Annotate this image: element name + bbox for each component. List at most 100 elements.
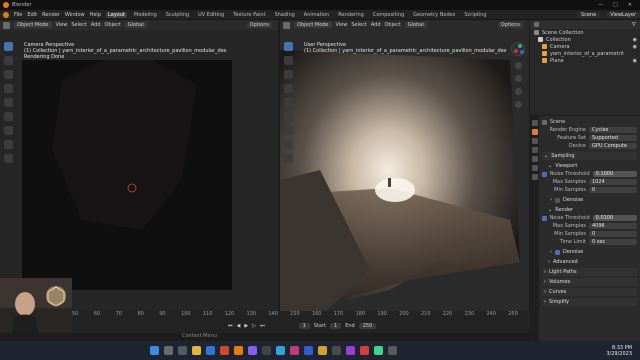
zoom-icon[interactable]	[514, 62, 522, 69]
jump-start-icon[interactable]: ⏮	[228, 323, 233, 329]
viewport-max-samples-field[interactable]: 1024	[589, 179, 637, 185]
app-icon[interactable]	[318, 346, 327, 355]
eye-icon[interactable]: ◉	[633, 58, 637, 64]
windows-start-icon[interactable]	[150, 346, 159, 355]
outliner-item-camera[interactable]: Camera ◉	[530, 43, 640, 50]
file-explorer-icon[interactable]	[192, 346, 201, 355]
menu-select[interactable]: Select	[351, 22, 366, 28]
time-limit-field[interactable]: 0 sec	[589, 239, 637, 245]
denoise-checkbox[interactable]	[555, 249, 560, 255]
mode-dropdown[interactable]: Object Mode	[294, 22, 332, 28]
tab-compositing[interactable]: Compositing	[371, 12, 406, 18]
scene-tab-icon[interactable]	[531, 156, 538, 162]
tab-uv-editing[interactable]: UV Editing	[196, 12, 226, 18]
viewport-subpanel-header[interactable]: ⌄ Viewport	[542, 162, 637, 170]
app-icon[interactable]	[262, 346, 271, 355]
tab-rendering[interactable]: Rendering	[336, 12, 366, 18]
camera-view-icon[interactable]	[514, 88, 522, 95]
move-tool-icon[interactable]	[4, 70, 13, 79]
tab-texture-paint[interactable]: Texture Paint	[231, 12, 267, 18]
world-tab-icon[interactable]	[531, 165, 538, 171]
add-cube-tool-icon[interactable]	[284, 154, 293, 163]
object-tab-icon[interactable]	[531, 174, 538, 180]
menu-view[interactable]: View	[336, 22, 348, 28]
menu-file[interactable]: File	[14, 12, 22, 18]
move-tool-icon[interactable]	[284, 70, 293, 79]
render-min-samples-field[interactable]: 0	[589, 231, 637, 237]
transform-tool-icon[interactable]	[284, 112, 293, 121]
menu-edit[interactable]: Edit	[27, 12, 37, 18]
menu-add[interactable]: Add	[371, 22, 381, 28]
measure-tool-icon[interactable]	[4, 140, 13, 149]
menu-render[interactable]: Render	[42, 12, 60, 18]
annotate-tool-icon[interactable]	[284, 126, 293, 135]
device-dropdown[interactable]: GPU Compute	[589, 143, 637, 149]
app-icon[interactable]	[248, 346, 257, 355]
blender-taskbar-icon[interactable]	[234, 346, 243, 355]
timeline-ruler[interactable]: 50 60 70 80 90 100 110 120 130 140 150 1…	[72, 311, 530, 319]
transform-tool-icon[interactable]	[4, 112, 13, 121]
app-icon[interactable]	[304, 346, 313, 355]
annotate-tool-icon[interactable]	[4, 126, 13, 135]
render-noise-threshold-field[interactable]: 0.0100	[592, 215, 637, 221]
options-dropdown[interactable]: Options	[246, 22, 272, 28]
axis-gizmo-icon[interactable]	[511, 42, 525, 56]
tab-modeling[interactable]: Modeling	[132, 12, 159, 18]
view-layer-tab-icon[interactable]	[531, 147, 538, 153]
tab-layout[interactable]: Layout	[106, 11, 127, 18]
tab-scripting[interactable]: Scripting	[462, 12, 488, 18]
chrome-icon[interactable]	[220, 346, 229, 355]
denoise-checkbox[interactable]	[555, 197, 560, 203]
end-frame-field[interactable]: 250	[358, 323, 377, 329]
user-perspective-viewport[interactable]: Object Mode View Select Add Object Globa…	[280, 20, 529, 317]
close-icon[interactable]: ✕	[628, 2, 632, 8]
app-icon[interactable]	[360, 346, 369, 355]
app-icon[interactable]	[332, 346, 341, 355]
next-keyframe-icon[interactable]: ▷	[252, 323, 256, 329]
grid-toggle-icon[interactable]	[514, 101, 522, 108]
mode-dropdown[interactable]: Object Mode	[14, 22, 52, 28]
search-icon[interactable]	[164, 346, 173, 355]
view-layer-selector[interactable]: ViewLayer	[606, 11, 640, 18]
advanced-subpanel-header[interactable]: › Advanced	[542, 258, 637, 266]
options-dropdown[interactable]: Options	[497, 22, 523, 28]
prev-keyframe-icon[interactable]: ◀	[237, 323, 241, 329]
viewport-min-samples-field[interactable]: 0	[589, 187, 637, 193]
scale-tool-icon[interactable]	[284, 98, 293, 107]
sampling-panel-header[interactable]: ⌄ Sampling	[542, 152, 637, 160]
outliner-item-collection[interactable]: Collection ◉	[530, 36, 640, 43]
filter-icon[interactable]: ⛛	[632, 22, 636, 28]
volumes-panel-header[interactable]: › Volumes	[542, 278, 637, 286]
rotate-tool-icon[interactable]	[4, 84, 13, 93]
eye-icon[interactable]: ◉	[633, 44, 637, 50]
render-tab-icon[interactable]	[531, 129, 538, 135]
viewport-noise-threshold-field[interactable]: 0.1000	[592, 171, 637, 177]
menu-object[interactable]: Object	[105, 22, 121, 28]
pan-hand-icon[interactable]	[514, 75, 522, 82]
app-icon[interactable]	[346, 346, 355, 355]
tab-geometry-nodes[interactable]: Geometry Nodes	[411, 12, 457, 18]
outliner-item-yarn[interactable]: yarn_interior_of_a_parametrit	[530, 50, 640, 57]
render-denoise-subpanel[interactable]: › Denoise	[542, 248, 637, 256]
viewport-denoise-subpanel[interactable]: › Denoise	[542, 196, 637, 204]
editor-type-icon[interactable]	[3, 21, 10, 29]
output-tab-icon[interactable]	[531, 138, 538, 144]
menu-window[interactable]: Window	[65, 12, 85, 18]
system-clock[interactable]: 8:33 PM 3/29/2023	[606, 345, 632, 357]
jump-end-icon[interactable]: ⏭	[260, 323, 265, 329]
tab-sculpting[interactable]: Sculpting	[164, 12, 191, 18]
app-icon[interactable]	[388, 346, 397, 355]
cursor-tool-icon[interactable]	[284, 56, 293, 65]
app-icon[interactable]	[374, 346, 383, 355]
scene-selector[interactable]: Scene	[576, 11, 601, 18]
current-frame-field[interactable]: 1	[298, 323, 310, 329]
editor-type-icon[interactable]	[283, 21, 290, 29]
tab-animation[interactable]: Animation	[302, 12, 332, 18]
measure-tool-icon[interactable]	[284, 140, 293, 149]
curves-panel-header[interactable]: › Curves	[542, 288, 637, 296]
menu-select[interactable]: Select	[71, 22, 86, 28]
app-icon[interactable]	[290, 346, 299, 355]
feature-set-dropdown[interactable]: Supported	[589, 135, 637, 141]
menu-view[interactable]: View	[56, 22, 68, 28]
task-view-icon[interactable]	[178, 346, 187, 355]
